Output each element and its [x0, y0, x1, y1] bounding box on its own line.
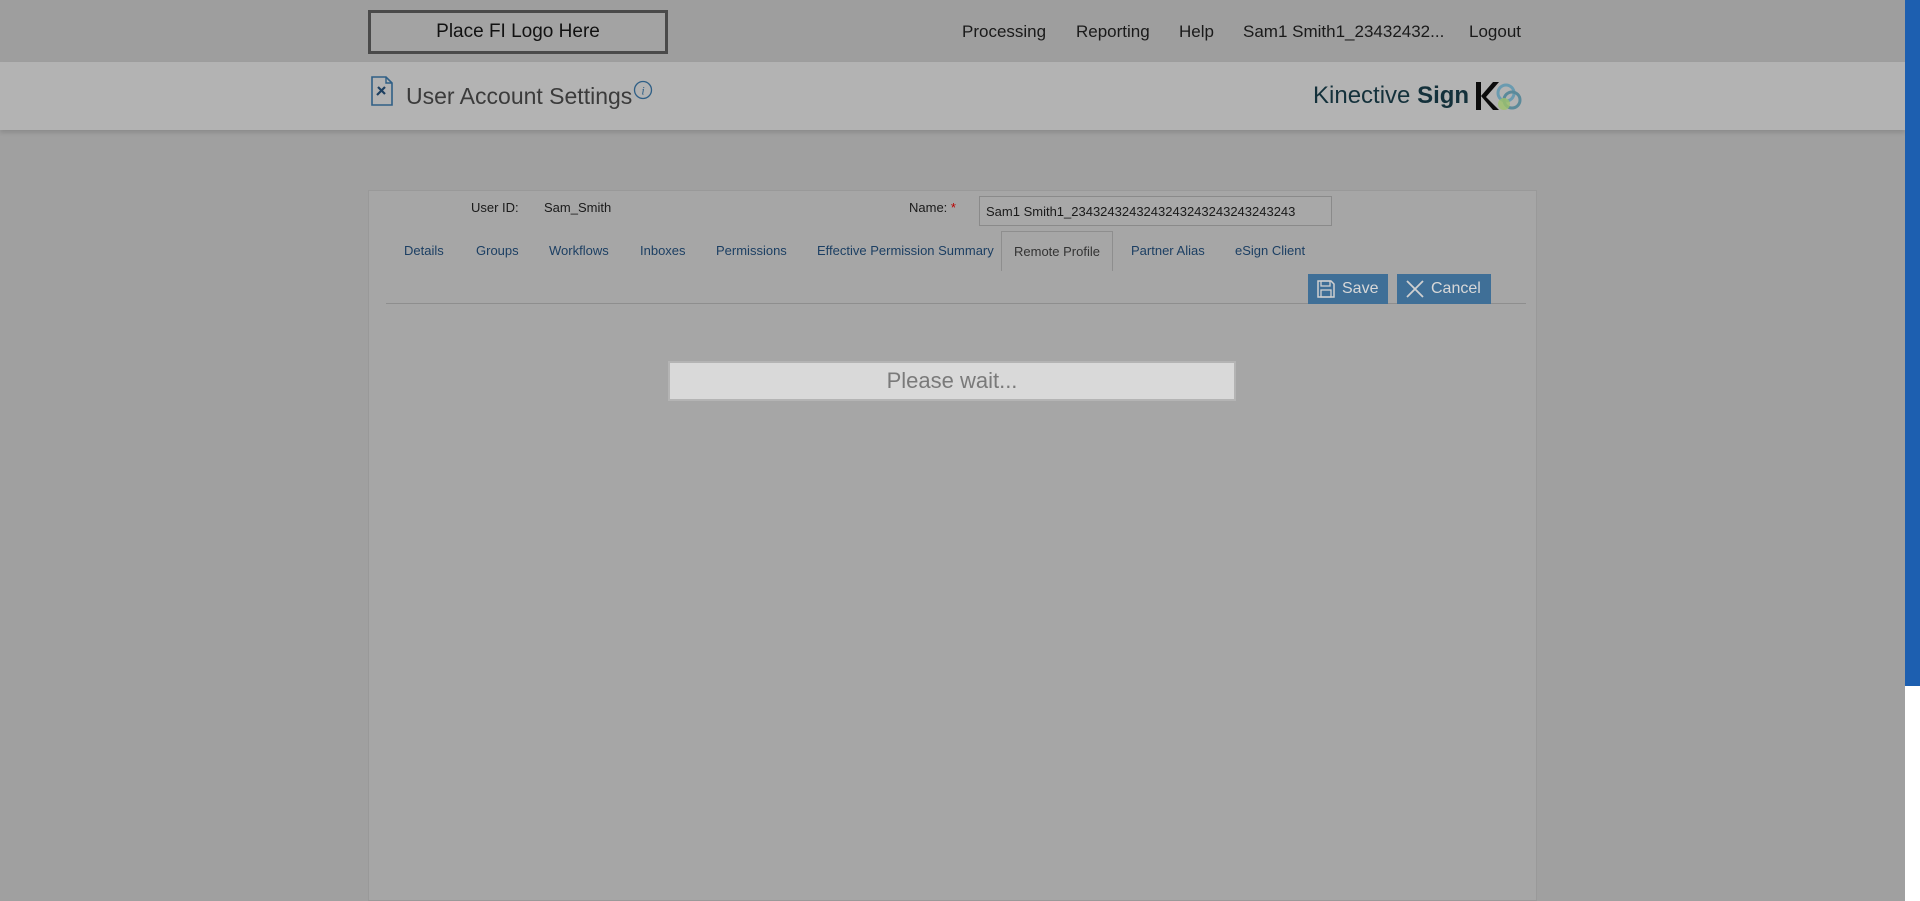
tab-effective-permission-summary[interactable]: Effective Permission Summary — [817, 243, 994, 258]
save-label: Save — [1342, 280, 1379, 297]
tab-remote-profile[interactable]: Remote Profile — [1001, 231, 1113, 271]
tab-workflows[interactable]: Workflows — [549, 243, 609, 258]
name-label: Name: * — [909, 200, 956, 215]
cancel-button[interactable]: Cancel — [1397, 274, 1491, 304]
settings-document-icon — [371, 76, 393, 106]
nav-reporting[interactable]: Reporting — [1076, 22, 1150, 42]
nav-logout[interactable]: Logout — [1469, 22, 1521, 42]
close-icon — [1406, 280, 1424, 298]
tab-details[interactable]: Details — [404, 243, 444, 258]
nav-user-account[interactable]: Sam1 Smith1_23432432... — [1243, 22, 1444, 42]
logo-text: Place FI Logo Here — [436, 21, 600, 42]
scrollbar-thumb[interactable] — [1905, 0, 1920, 686]
page-header — [0, 62, 1905, 130]
k-logo-icon — [1476, 82, 1522, 110]
nav-processing[interactable]: Processing — [962, 22, 1046, 42]
brand-wordmark: Kinective Sign — [1313, 82, 1469, 110]
user-id-label: User ID: — [471, 200, 519, 215]
brand-regular: Kinective — [1313, 82, 1411, 109]
nav-help[interactable]: Help — [1179, 22, 1214, 42]
tab-permissions[interactable]: Permissions — [716, 243, 787, 258]
save-icon — [1317, 280, 1335, 298]
page-title: User Account Settings — [406, 83, 633, 109]
tab-esign-client[interactable]: eSign Client — [1235, 243, 1305, 258]
info-icon[interactable]: i — [633, 80, 653, 100]
name-field[interactable] — [979, 196, 1332, 226]
required-marker: * — [950, 200, 956, 215]
tab-groups[interactable]: Groups — [476, 243, 519, 258]
tab-inboxes[interactable]: Inboxes — [640, 243, 686, 258]
top-nav-bar — [0, 0, 1905, 62]
svg-text:i: i — [641, 84, 644, 98]
fi-logo-placeholder: Place FI Logo Here — [368, 10, 668, 54]
tab-partner-alias[interactable]: Partner Alias — [1131, 243, 1205, 258]
user-id-value: Sam_Smith — [544, 200, 612, 215]
cancel-label: Cancel — [1431, 280, 1481, 297]
please-wait-message: Please wait... — [886, 368, 1018, 393]
please-wait-dialog: Please wait... — [668, 361, 1236, 401]
save-button[interactable]: Save — [1308, 274, 1388, 304]
name-label-text: Name: — [909, 200, 948, 215]
brand-bold: Sign — [1417, 82, 1470, 109]
